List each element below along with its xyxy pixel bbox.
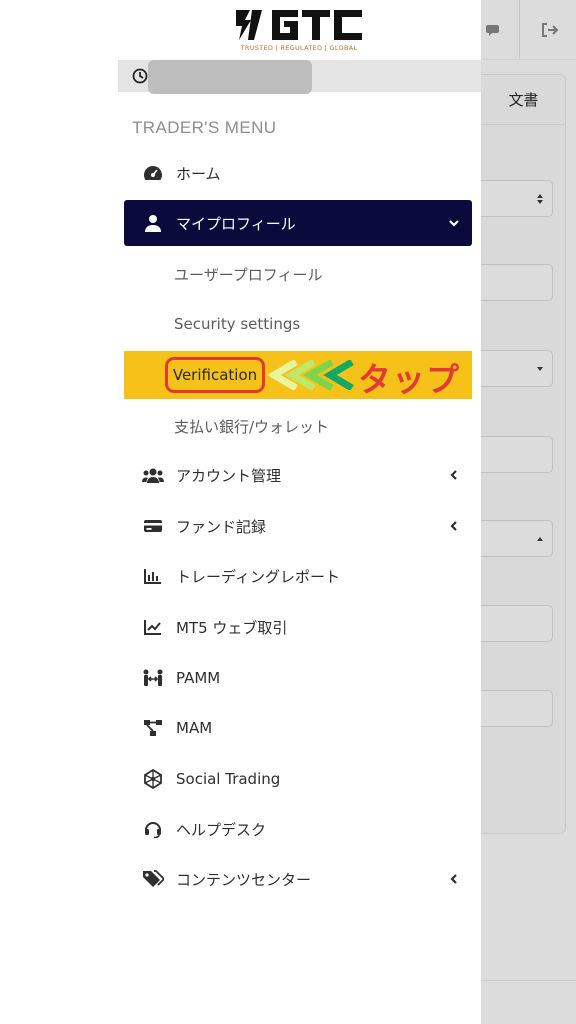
menu-item-trading-report[interactable]: トレーディングレポート [124,553,472,599]
menu-item-label: PAMM [176,669,221,687]
background-input[interactable] [481,605,553,642]
menu-item-fund-records[interactable]: ファンド記録 [124,503,472,549]
topbar-divider [519,0,520,60]
menu-item-social-trading[interactable]: Social Trading [124,756,472,802]
submenu-verification[interactable]: Verification [165,357,265,393]
chevron-left-icon [448,467,458,483]
tap-label: タップ [358,360,460,399]
menu-item-label: ファンド記録 [176,517,267,536]
menu-item-label: ホーム [176,164,221,183]
menu-item-mam[interactable]: MAM [124,705,472,751]
redacted-time [148,60,312,94]
time-bar [118,60,481,94]
chat-icon[interactable] [481,0,519,60]
clock-icon [132,68,148,84]
network-icon [142,717,164,739]
tags-icon [142,868,164,890]
menu-item-help-desk[interactable]: ヘルプデスク [124,806,472,852]
background-divider [481,980,576,981]
background-select[interactable] [481,350,553,387]
bar-chart-icon [142,565,164,587]
logo-tagline: TRUSTED | REGULATED | GLOBAL [240,44,358,52]
logout-icon[interactable] [525,0,575,60]
background-page: 文書 [481,0,576,1024]
menu-item-label: ヘルプデスク [176,820,267,839]
dashboard-icon [142,162,164,184]
menu-item-label: マイプロフィール [176,214,296,233]
tab-documents[interactable]: 文書 [481,75,566,125]
background-input[interactable] [481,690,553,727]
menu-item-mt5-web-trading[interactable]: MT5 ウェブ取引 [124,604,472,650]
menu-item-pamm[interactable]: PAMM [124,655,472,701]
menu-item-home[interactable]: ホーム [124,150,472,196]
background-select[interactable] [481,180,553,217]
submenu-user-profile[interactable]: ユーザープロフィール [174,264,323,285]
line-chart-icon [142,616,164,638]
menu-item-account-management[interactable]: アカウント管理 [124,452,472,498]
atom-icon [142,768,164,790]
chevron-down-icon [448,215,459,231]
credit-card-icon [142,515,164,537]
submenu-security-settings[interactable]: Security settings [174,315,300,333]
submenu-payment-bank-wallet[interactable]: 支払い銀行/ウォレット [174,416,329,437]
gtc-logo: TRUSTED | REGULATED | GLOBAL [232,6,366,56]
background-input[interactable] [481,264,553,301]
headset-icon [142,818,164,840]
background-select[interactable] [481,520,553,557]
chevron-left-icon [448,518,458,534]
background-input[interactable] [481,436,553,473]
menu-title: TRADER'S MENU [132,118,277,137]
menu-item-label: トレーディングレポート [176,567,340,586]
background-topbar [481,0,576,60]
menu-item-label: MAM [176,719,213,737]
menu-item-my-profile[interactable]: マイプロフィール [124,200,472,246]
people-arrows-icon [142,667,164,689]
user-icon [142,212,164,234]
sidebar-menu: TRUSTED | REGULATED | GLOBAL TRADER'S ME… [0,0,481,1024]
menu-item-content-center[interactable]: コンテンツセンター [124,856,472,902]
chevron-left-icon [448,871,458,887]
menu-item-label: コンテンツセンター [176,870,312,889]
menu-item-label: Social Trading [176,770,281,788]
pointer-arrows-icon [268,360,354,390]
users-icon [142,464,164,486]
menu-item-label: MT5 ウェブ取引 [176,618,288,637]
menu-item-label: アカウント管理 [176,466,282,485]
